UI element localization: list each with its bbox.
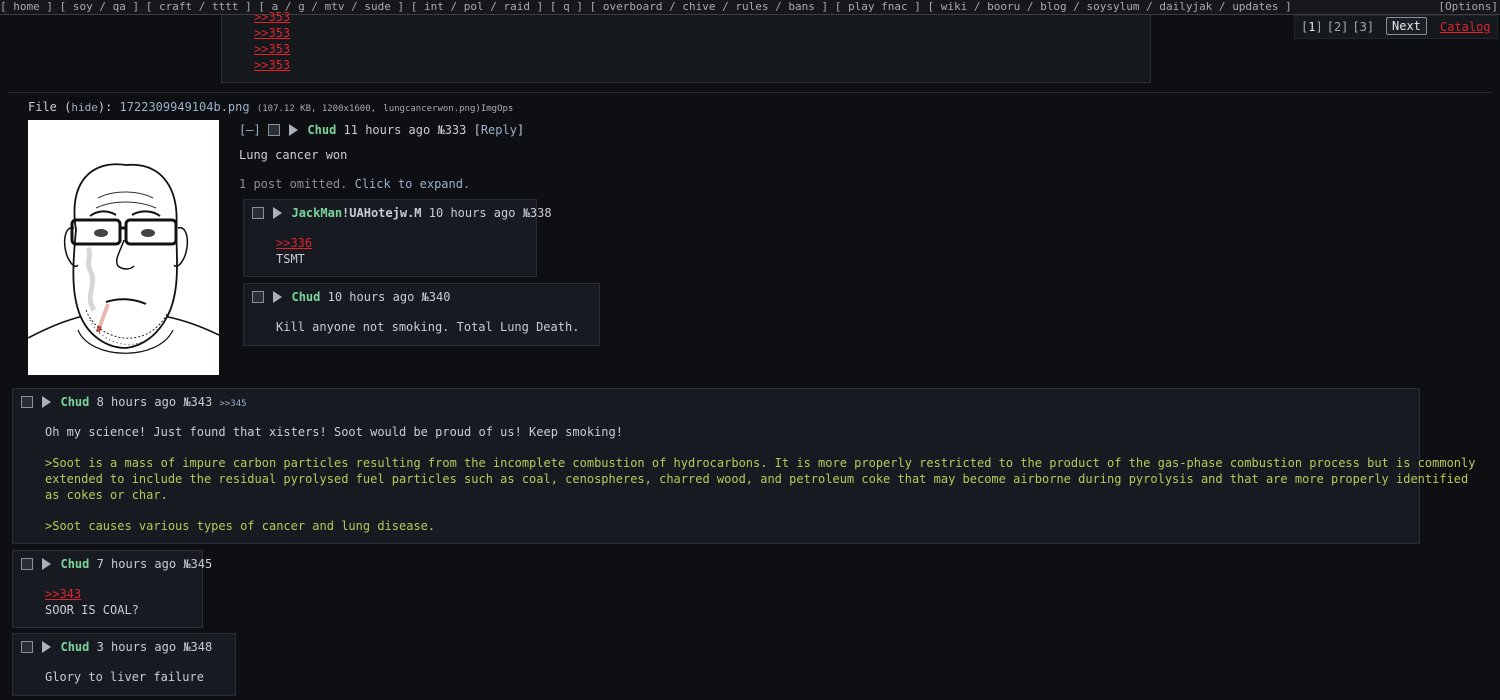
file-meta: (107.12 KB, 1200x1600, — [256, 104, 377, 114]
poster-name: Chud — [60, 395, 90, 409]
greentext: extended to include the residual pyrolys… — [45, 472, 1469, 486]
board-link-tttt[interactable]: tttt — [212, 0, 239, 13]
page-link-2[interactable]: [2] — [1327, 20, 1349, 34]
post-text: Kill anyone not smoking. Total Lung Deat… — [276, 320, 580, 334]
post-checkbox[interactable] — [267, 124, 280, 136]
post-menu-arrow-icon[interactable] — [289, 124, 299, 136]
post-menu-arrow-icon[interactable] — [42, 641, 52, 653]
quote-link[interactable]: >>336 — [276, 236, 312, 250]
board-link-updates[interactable]: updates — [1232, 0, 1278, 13]
post-number[interactable]: №340 — [422, 290, 451, 304]
post-text: Glory to liver failure — [45, 670, 204, 684]
post-time: 3 hours ago — [96, 640, 177, 654]
hide-link[interactable]: hide — [71, 101, 98, 114]
post-checkbox[interactable] — [21, 396, 33, 408]
post-time: 7 hours ago — [96, 557, 177, 571]
original-filename-link[interactable]: lungcancerwon.png — [383, 104, 475, 114]
post-body: Oh my science! Just found that xisters! … — [45, 424, 1475, 534]
reply-link[interactable]: Reply — [481, 123, 517, 137]
tripcode: !UAHotejw.M — [342, 206, 422, 220]
op-header: [–] Chud 11 hours ago №333 [Reply] — [239, 123, 525, 137]
reply-post: Chud 7 hours ago №345 >>343 SOOR IS COAL… — [12, 550, 212, 628]
post-checkbox[interactable] — [252, 291, 264, 303]
quote-link[interactable]: >>353 — [254, 10, 290, 24]
board-link-dailyjak[interactable]: dailyjak — [1159, 0, 1212, 13]
catalog-link[interactable]: Catalog — [1440, 18, 1491, 36]
poster-name: Chud — [307, 123, 337, 137]
post-header: JackMan!UAHotejw.M 10 hours ago №338 — [252, 205, 552, 221]
previous-thread-reply: >>353 >>353 >>353 >>353 — [221, 10, 1151, 83]
page-link-3[interactable]: [3] — [1352, 20, 1374, 34]
post-time: 10 hours ago — [428, 206, 516, 220]
thread-divider — [8, 92, 1492, 93]
post-number[interactable]: №343 — [183, 395, 212, 409]
board-link-soy[interactable]: soy — [73, 0, 93, 13]
post-checkbox[interactable] — [21, 641, 33, 653]
poster-name: JackMan — [291, 206, 343, 220]
board-link-home[interactable]: home — [13, 0, 40, 13]
poster-name: Chud — [60, 640, 90, 654]
quote-link[interactable]: >>353 — [254, 42, 290, 56]
post-menu-arrow-icon[interactable] — [42, 558, 52, 570]
reply-post: Chud 10 hours ago №340 Kill anyone not s… — [243, 283, 600, 346]
post-number[interactable]: №333 — [437, 123, 466, 137]
post-time: 8 hours ago — [96, 395, 177, 409]
page-link-1[interactable]: [1] — [1301, 20, 1323, 34]
op-body: Lung cancer won — [239, 148, 348, 162]
quote-link[interactable]: >>353 — [254, 26, 290, 40]
collapse-thread-link[interactable]: [–] — [239, 123, 261, 137]
op-image[interactable] — [27, 120, 220, 375]
post-body: >>336 TSMT — [276, 235, 312, 267]
post-checkbox[interactable] — [21, 558, 33, 570]
post-header: Chud 3 hours ago №348 — [21, 639, 212, 655]
greentext: >Soot causes various types of cancer and… — [45, 519, 436, 533]
board-link-qa[interactable]: qa — [113, 0, 126, 13]
post-text: TSMT — [276, 252, 305, 266]
post-body: >>343 SOOR IS COAL? — [45, 586, 139, 618]
post-checkbox[interactable] — [252, 207, 264, 219]
reply-post: Chud 3 hours ago №348 Glory to liver fai… — [12, 633, 236, 696]
options-link[interactable]: [Options] — [1438, 0, 1498, 13]
post-menu-arrow-icon[interactable] — [273, 207, 283, 219]
post-header: Chud 10 hours ago №340 — [252, 289, 450, 305]
omitted-notice: 1 post omitted. Click to expand. — [239, 177, 471, 191]
file-link[interactable]: 1722309949104b.png — [120, 100, 250, 114]
poster-name: Chud — [291, 290, 321, 304]
file-label: File — [28, 100, 57, 114]
reply-post: Chud 8 hours ago №343 >>345 Oh my scienc… — [12, 388, 1475, 544]
quote-link[interactable]: >>343 — [45, 587, 81, 601]
post-header: Chud 8 hours ago №343 >>345 — [21, 394, 247, 412]
post-text: Oh my science! Just found that xisters! … — [45, 425, 623, 439]
post-menu-arrow-icon[interactable] — [42, 396, 52, 408]
post-number[interactable]: №348 — [183, 640, 212, 654]
pagination: [1] [2] [3] Next Catalog — [1294, 15, 1498, 39]
poster-name: Chud — [60, 557, 90, 571]
quote-link[interactable]: >>353 — [254, 58, 290, 72]
greentext: >Soot is a mass of impure carbon particl… — [45, 456, 1476, 470]
post-number[interactable]: №338 — [523, 206, 552, 220]
post-header: Chud 7 hours ago №345 — [21, 556, 212, 572]
file-info: File (hide): 1722309949104b.png (107.12 … — [28, 100, 514, 114]
post-number[interactable]: №345 — [183, 557, 212, 571]
post-text: SOOR IS COAL? — [45, 603, 139, 617]
reply-post: JackMan!UAHotejw.M 10 hours ago №338 >>3… — [243, 199, 552, 277]
post-time: 11 hours ago — [343, 123, 431, 137]
greentext: as cokes or char. — [45, 488, 168, 502]
board-link-craft[interactable]: craft — [159, 0, 192, 13]
next-page-button[interactable]: Next — [1386, 17, 1427, 35]
post-time: 10 hours ago — [327, 290, 415, 304]
expand-link[interactable]: Click to expand — [355, 177, 463, 191]
backlink[interactable]: >>345 — [219, 399, 246, 409]
wojak-drawing — [27, 120, 220, 375]
post-menu-arrow-icon[interactable] — [273, 291, 283, 303]
imgops-link[interactable]: ImgOps — [481, 104, 514, 114]
